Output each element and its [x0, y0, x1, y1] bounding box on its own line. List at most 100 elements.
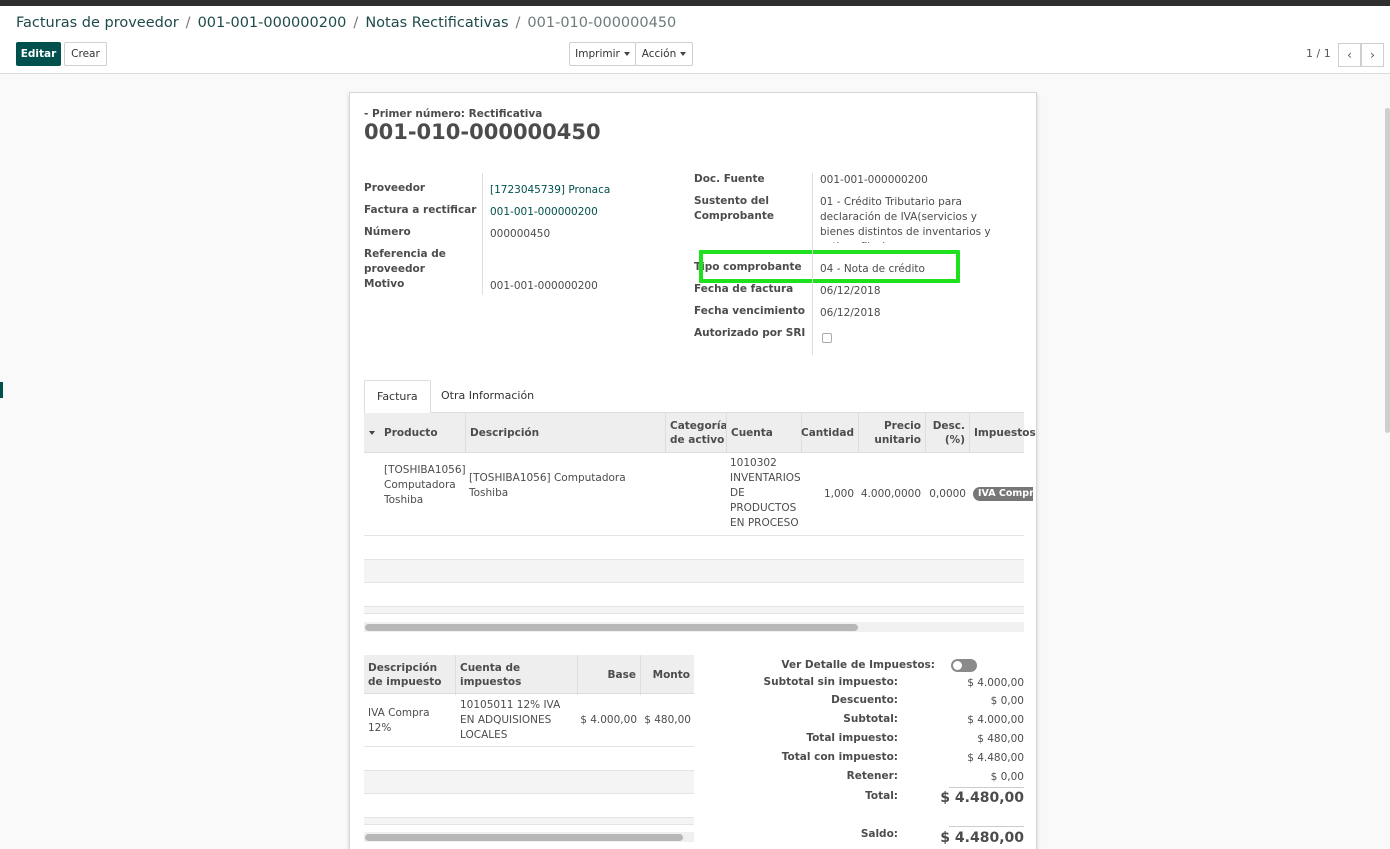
column-header-descripcion[interactable]: Descripción — [465, 413, 665, 453]
sustento-field[interactable]: 01 - Crédito Tributario para declaración… — [820, 195, 995, 243]
row-divider — [364, 746, 694, 747]
numero-label: Número — [364, 226, 411, 238]
action-label: Acción — [641, 48, 677, 60]
total-impuesto-value: $ 480,00 — [977, 733, 1024, 745]
column-header-descripcion-impuesto[interactable]: Descripción de impuesto — [364, 655, 454, 695]
proveedor-label: Proveedor — [364, 182, 426, 194]
factura-rectificar-label: Factura a rectificar — [364, 204, 477, 216]
breadcrumb-item-factura[interactable]: 001-001-000000200 — [198, 15, 347, 31]
form-sheet: - Primer número: Rectificativa 001-010-0… — [349, 92, 1037, 849]
edit-button[interactable]: Editar — [16, 42, 61, 66]
doc-fuente-field[interactable]: 001-001-000000200 — [820, 173, 928, 188]
subtotal-label: Subtotal: — [843, 713, 898, 725]
highlight-box — [699, 250, 960, 283]
control-panel: Facturas de proveedor/001-001-000000200/… — [0, 6, 1390, 74]
field-separator — [482, 173, 483, 295]
fecha-vencimiento-label: Fecha vencimiento — [694, 305, 805, 317]
cell-descripcion: [TOSHIBA1056] Computadora Toshiba — [469, 472, 626, 499]
breadcrumb: Facturas de proveedor/001-001-000000200/… — [16, 15, 677, 31]
column-header-categoria[interactable]: Categoría de activo — [665, 413, 728, 453]
saldo-divider — [949, 826, 1024, 827]
scrollbar-thumb[interactable] — [365, 834, 683, 841]
breadcrumb-item-current: 001-010-000000450 — [527, 15, 677, 31]
autorizado-sri-checkbox[interactable] — [822, 333, 832, 343]
autorizado-sri-label: Autorizado por SRI — [694, 327, 806, 339]
cell-cuenta: 1010302 INVENTARIOS DE PRODUCTOS EN PROC… — [730, 457, 801, 529]
total-label: Total: — [865, 790, 898, 802]
cell-tax-cuenta: 10105011 12% IVA EN ADQUISIONES LOCALES — [460, 699, 561, 741]
motivo-label: Motivo — [364, 278, 405, 290]
sort-toggle[interactable] — [364, 413, 380, 453]
table-horizontal-scrollbar[interactable] — [364, 622, 1024, 632]
tax-badge: IVA Compra 12% — [973, 487, 1033, 501]
total-impuesto-label: Total impuesto: — [806, 732, 898, 744]
notebook-tabs: Factura Otra Información — [364, 380, 1024, 414]
breadcrumb-item-notas[interactable]: Notas Rectificativas — [365, 15, 508, 31]
column-header-monto[interactable]: Monto — [640, 655, 694, 695]
table-header: Producto Descripción Categoría de activo… — [364, 413, 1036, 453]
fecha-factura-field[interactable]: 06/12/2018 — [820, 284, 881, 299]
descuento-value: $ 0,00 — [990, 695, 1024, 707]
retener-value: $ 0,00 — [990, 771, 1024, 783]
caret-down-icon — [680, 52, 687, 56]
column-header-producto[interactable]: Producto — [380, 413, 465, 453]
column-header-desc[interactable]: Desc. (%) — [925, 413, 969, 453]
row-divider — [364, 535, 1024, 536]
ver-detalle-toggle[interactable] — [951, 659, 977, 672]
empty-row — [364, 606, 1024, 614]
subtotal-value: $ 4.000,00 — [967, 714, 1024, 726]
column-header-base[interactable]: Base — [577, 655, 640, 695]
doc-fuente-label: Doc. Fuente — [694, 173, 765, 185]
motivo-field[interactable]: 001-001-000000200 — [490, 279, 598, 294]
caret-down-icon — [623, 52, 630, 56]
column-header-cuenta[interactable]: Cuenta — [726, 413, 801, 453]
numero-field[interactable]: 000000450 — [490, 227, 550, 242]
tax-horizontal-scrollbar[interactable] — [364, 832, 694, 842]
pager-value[interactable]: 1 / 1 — [1306, 47, 1331, 60]
column-header-precio[interactable]: Precio unitario — [858, 413, 925, 453]
sustento-label: Sustento del Comprobante — [694, 195, 774, 222]
retener-label: Retener: — [846, 770, 898, 782]
scrollbar-thumb[interactable] — [365, 624, 858, 631]
cell-producto: [TOSHIBA1056] Computadora Toshiba — [384, 464, 466, 506]
tax-table-header: Descripción de impuesto Cuenta de impues… — [364, 655, 694, 695]
pager-prev-button[interactable]: ‹ — [1338, 43, 1361, 67]
pager-next-button[interactable]: › — [1361, 43, 1384, 67]
saldo-label: Saldo: — [860, 828, 898, 840]
ver-detalle-label: Ver Detalle de Impuestos: — [781, 659, 935, 671]
cell-precio: 4.000,0000 — [860, 488, 921, 500]
cell-tax-base: $ 4.000,00 — [580, 714, 637, 726]
print-dropdown[interactable]: Imprimir — [569, 42, 636, 66]
column-header-cantidad[interactable]: Cantidad — [801, 413, 858, 453]
tab-factura[interactable]: Factura — [364, 380, 431, 414]
chevron-left-icon: ‹ — [1347, 48, 1352, 62]
saldo-value: $ 4.480,00 — [940, 830, 1024, 846]
empty-row — [364, 817, 694, 825]
subtotal-sin-label: Subtotal sin impuesto: — [763, 676, 898, 688]
action-dropdown[interactable]: Acción — [635, 42, 693, 66]
tab-otra-informacion[interactable]: Otra Información — [429, 380, 546, 414]
breadcrumb-item-facturas[interactable]: Facturas de proveedor — [16, 15, 179, 31]
cell-tax-monto: $ 480,00 — [644, 714, 691, 726]
page-scrollbar[interactable] — [1385, 108, 1390, 433]
fecha-vencimiento-field[interactable]: 06/12/2018 — [820, 306, 881, 321]
field-separator — [812, 173, 813, 355]
total-value: $ 4.480,00 — [940, 790, 1024, 806]
column-header-cuenta-impuestos[interactable]: Cuenta de impuestos — [455, 655, 577, 695]
create-button[interactable]: Crear — [64, 42, 107, 66]
caret-down-icon — [369, 431, 375, 435]
subtotal-sin-value: $ 4.000,00 — [967, 677, 1024, 689]
cell-tax-desc: IVA Compra 12% — [368, 707, 430, 734]
total-con-impuesto-value: $ 4.480,00 — [967, 752, 1024, 764]
print-label: Imprimir — [575, 48, 620, 60]
empty-row — [364, 559, 1024, 583]
empty-row — [364, 770, 694, 794]
column-header-impuestos[interactable]: Impuestos — [969, 413, 1036, 453]
fecha-factura-label: Fecha de factura — [694, 283, 794, 295]
chevron-right-icon: › — [1370, 48, 1375, 62]
total-con-impuesto-label: Total con impuesto: — [781, 751, 898, 763]
record-title: 001-010-000000450 — [364, 120, 601, 144]
record-subtitle: - Primer número: Rectificativa — [364, 108, 543, 120]
proveedor-field[interactable]: [1723045739] Pronaca — [490, 183, 610, 198]
factura-rectificar-field[interactable]: 001-001-000000200 — [490, 205, 598, 220]
